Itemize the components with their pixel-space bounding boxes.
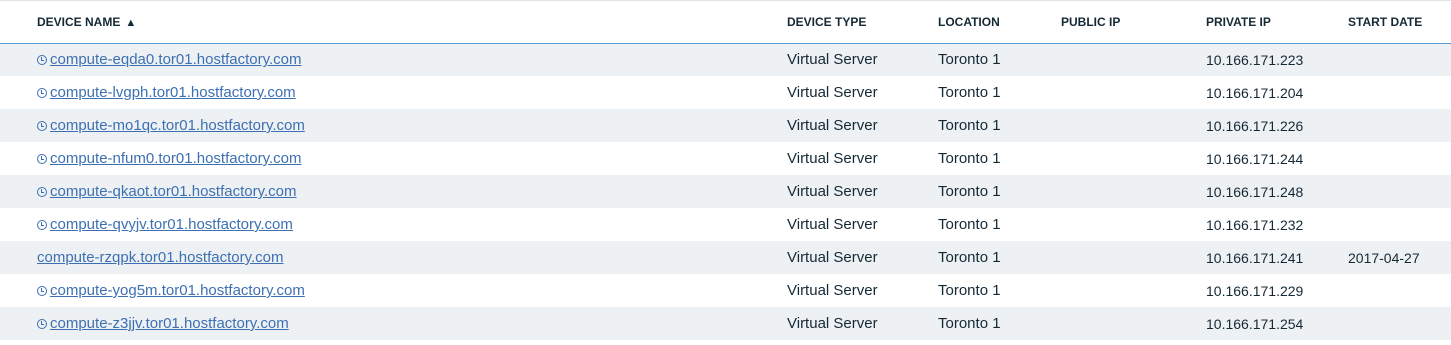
- location-cell: Toronto 1: [938, 183, 1001, 200]
- location-cell: Toronto 1: [938, 315, 1001, 332]
- location-cell: Toronto 1: [938, 84, 1001, 101]
- private-ip-cell: 10.166.171.248: [1206, 183, 1304, 200]
- table-row[interactable]: compute-lvgph.tor01.hostfactory.com Virtu…: [0, 76, 1451, 109]
- public-ip-cell: [1061, 43, 1206, 76]
- table-header-row: DEVICE NAME ▲ DEVICE TYPE LOCATION PUBLIC…: [0, 1, 1451, 43]
- private-ip-cell: 10.166.171.241: [1206, 249, 1304, 266]
- table-row[interactable]: compute-mo1qc.tor01.hostfactory.com Virtu…: [0, 109, 1451, 142]
- column-header-device-name[interactable]: DEVICE NAME ▲: [0, 1, 787, 43]
- clock-icon: [37, 121, 47, 131]
- public-ip-cell: [1061, 76, 1206, 109]
- public-ip-cell: [1061, 274, 1206, 307]
- device-name-cell: compute-eqda0.tor01.hostfactory.com: [0, 43, 787, 76]
- private-ip-cell: 10.166.171.232: [1206, 216, 1304, 233]
- column-header-start-date[interactable]: START DATE: [1348, 1, 1451, 43]
- column-header-public-ip[interactable]: PUBLIC IP: [1061, 1, 1206, 43]
- column-header-private-ip[interactable]: PRIVATE IP: [1206, 1, 1348, 43]
- devices-table-container: DEVICE NAME ▲ DEVICE TYPE LOCATION PUBLIC…: [0, 0, 1451, 345]
- device-name-link[interactable]: compute-yog5m.tor01.hostfactory.com: [50, 282, 305, 299]
- device-name-cell: compute-rzqpk.tor01.hostfactory.com: [0, 241, 787, 274]
- location-cell: Toronto 1: [938, 150, 1001, 167]
- device-name-link[interactable]: compute-qkaot.tor01.hostfactory.com: [50, 183, 297, 200]
- public-ip-cell: [1061, 307, 1206, 340]
- table-row[interactable]: compute-nfum0.tor01.hostfactory.com Virtu…: [0, 142, 1451, 175]
- private-ip-cell: 10.166.171.223: [1206, 51, 1304, 68]
- clock-icon: [37, 220, 47, 230]
- device-name-link[interactable]: compute-rzqpk.tor01.hostfactory.com: [37, 249, 284, 266]
- location-cell: Toronto 1: [938, 249, 1001, 266]
- device-name-cell: compute-lvgph.tor01.hostfactory.com: [0, 76, 787, 109]
- clock-icon: [37, 187, 47, 197]
- device-name-link[interactable]: compute-mo1qc.tor01.hostfactory.com: [50, 117, 305, 134]
- device-name-link[interactable]: compute-qvyjv.tor01.hostfactory.com: [50, 216, 293, 233]
- start-date-cell: [1348, 142, 1451, 175]
- device-type-cell: Virtual Server: [787, 150, 878, 167]
- device-name-cell: compute-mo1qc.tor01.hostfactory.com: [0, 109, 787, 142]
- public-ip-cell: [1061, 109, 1206, 142]
- table-row[interactable]: compute-rzqpk.tor01.hostfactory.com Virtu…: [0, 241, 1451, 274]
- clock-icon: [37, 55, 47, 66]
- clock-icon: [37, 286, 47, 296]
- location-cell: Toronto 1: [938, 117, 1001, 134]
- start-date-cell: [1348, 76, 1451, 109]
- column-header-device-name-label: DEVICE NAME: [37, 14, 121, 29]
- start-date-cell: [1348, 43, 1451, 76]
- devices-table: DEVICE NAME ▲ DEVICE TYPE LOCATION PUBLIC…: [0, 1, 1451, 340]
- device-name-cell: compute-yog5m.tor01.hostfactory.com: [0, 274, 787, 307]
- start-date-cell: [1348, 307, 1451, 340]
- device-type-cell: Virtual Server: [787, 216, 878, 233]
- device-type-cell: Virtual Server: [787, 117, 878, 134]
- device-type-cell: Virtual Server: [787, 51, 878, 69]
- public-ip-cell: [1061, 241, 1206, 274]
- start-date-cell: [1348, 175, 1451, 208]
- device-name-link[interactable]: compute-eqda0.tor01.hostfactory.com: [50, 51, 302, 68]
- table-row[interactable]: compute-qkaot.tor01.hostfactory.com Virtu…: [0, 175, 1451, 208]
- public-ip-cell: [1061, 142, 1206, 175]
- clock-icon: [37, 88, 47, 98]
- start-date-cell: [1348, 274, 1451, 307]
- device-type-cell: Virtual Server: [787, 282, 878, 299]
- device-name-link[interactable]: compute-z3jjv.tor01.hostfactory.com: [50, 315, 289, 332]
- private-ip-cell: 10.166.171.244: [1206, 150, 1304, 167]
- device-type-cell: Virtual Server: [787, 84, 878, 101]
- start-date-cell: [1348, 109, 1451, 142]
- table-row[interactable]: compute-z3jjv.tor01.hostfactory.com Virtu…: [0, 307, 1451, 340]
- private-ip-cell: 10.166.171.204: [1206, 84, 1304, 101]
- device-name-link[interactable]: compute-nfum0.tor01.hostfactory.com: [50, 150, 302, 167]
- private-ip-cell: 10.166.171.226: [1206, 117, 1304, 134]
- table-body: compute-eqda0.tor01.hostfactory.com Virtu…: [0, 43, 1451, 340]
- device-name-link[interactable]: compute-lvgph.tor01.hostfactory.com: [50, 84, 296, 101]
- sort-ascending-icon: ▲: [125, 16, 137, 29]
- column-header-device-type[interactable]: DEVICE TYPE: [787, 1, 938, 43]
- start-date-cell: 2017-04-27: [1348, 249, 1420, 266]
- clock-icon: [37, 319, 47, 329]
- table-row[interactable]: compute-qvyjv.tor01.hostfactory.com Virtu…: [0, 208, 1451, 241]
- private-ip-cell: 10.166.171.229: [1206, 282, 1304, 299]
- device-type-cell: Virtual Server: [787, 249, 878, 266]
- public-ip-cell: [1061, 208, 1206, 241]
- device-name-cell: compute-z3jjv.tor01.hostfactory.com: [0, 307, 787, 340]
- device-name-cell: compute-qkaot.tor01.hostfactory.com: [0, 175, 787, 208]
- location-cell: Toronto 1: [938, 216, 1001, 233]
- public-ip-cell: [1061, 175, 1206, 208]
- column-header-location[interactable]: LOCATION: [938, 1, 1061, 43]
- device-type-cell: Virtual Server: [787, 183, 878, 200]
- clock-icon: [37, 154, 47, 164]
- location-cell: Toronto 1: [938, 51, 1001, 69]
- device-type-cell: Virtual Server: [787, 315, 878, 332]
- table-row[interactable]: compute-yog5m.tor01.hostfactory.com Virtu…: [0, 274, 1451, 307]
- device-name-cell: compute-nfum0.tor01.hostfactory.com: [0, 142, 787, 175]
- device-name-cell: compute-qvyjv.tor01.hostfactory.com: [0, 208, 787, 241]
- location-cell: Toronto 1: [938, 282, 1001, 299]
- private-ip-cell: 10.166.171.254: [1206, 315, 1304, 332]
- table-row[interactable]: compute-eqda0.tor01.hostfactory.com Virtu…: [0, 43, 1451, 76]
- start-date-cell: [1348, 208, 1451, 241]
